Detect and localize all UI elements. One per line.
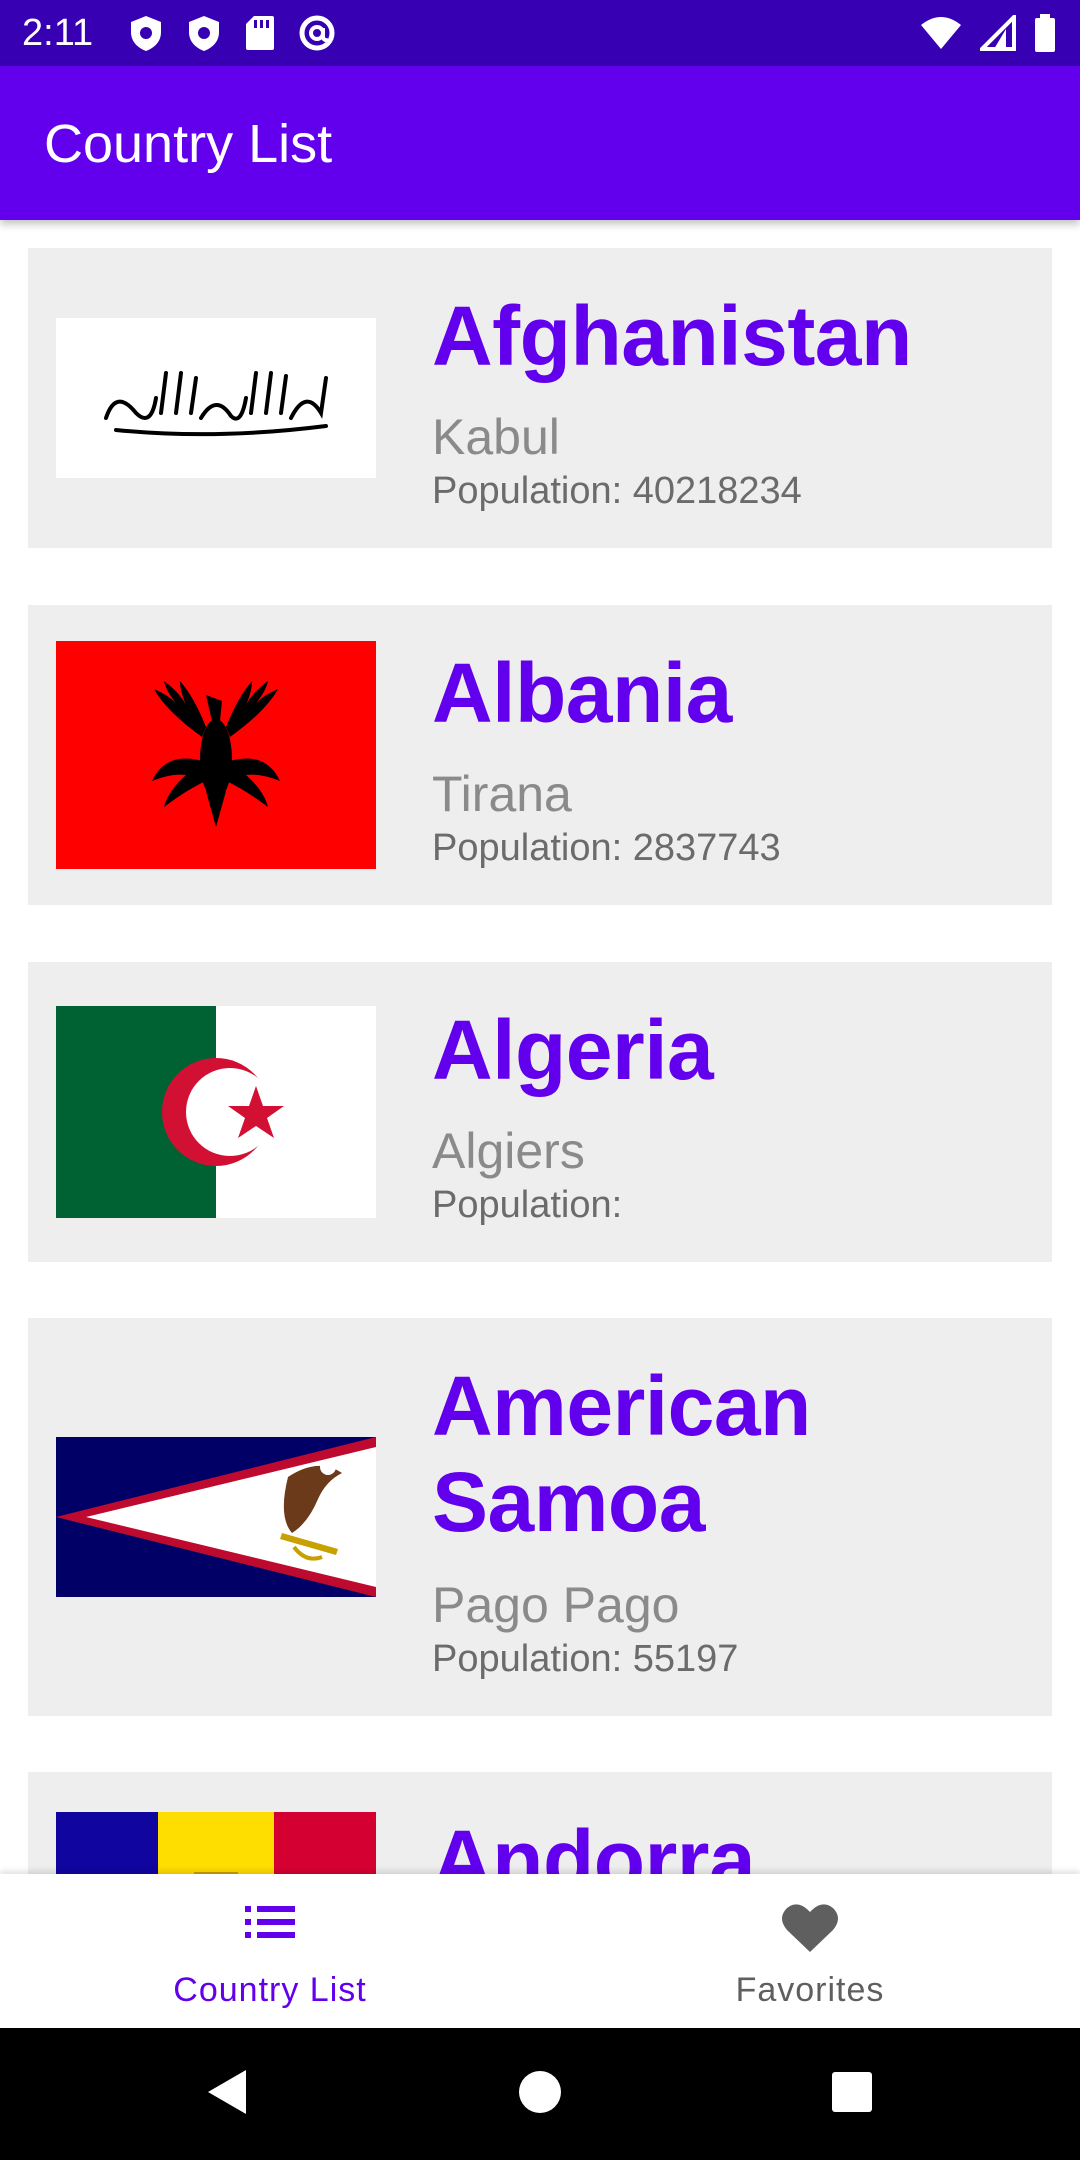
country-capital: Pago Pago <box>432 1577 680 1633</box>
american-samoa-flag <box>56 1437 376 1597</box>
country-name: Albania <box>432 646 732 740</box>
albania-flag <box>56 641 376 869</box>
country-card-american-samoa[interactable]: American Samoa Pago Pago Population: 551… <box>28 1318 1052 1716</box>
population-value: 55197 <box>632 1638 739 1680</box>
shield-icon <box>128 14 164 52</box>
recents-icon[interactable] <box>830 2066 874 2123</box>
app-bar: Country List <box>0 66 1080 220</box>
signal-icon <box>980 15 1016 51</box>
andorra-flag <box>56 1812 376 1874</box>
heart-icon <box>781 1902 839 1959</box>
list-icon <box>243 1902 297 1947</box>
sd-card-icon <box>244 14 276 52</box>
population-value: 2837743 <box>632 827 781 869</box>
nav-item-country-list[interactable]: Country List <box>0 1874 540 2028</box>
country-population: Population: 55197 <box>432 1636 738 1682</box>
country-name: American Samoa <box>432 1359 811 1549</box>
at-sign-icon <box>298 14 336 52</box>
population-label: Population: <box>432 827 623 869</box>
country-capital: Tirana <box>432 766 572 822</box>
system-status-icons <box>920 14 1056 52</box>
population-label: Population: <box>432 470 623 512</box>
country-list[interactable]: Afghanistan Kabul Population: 40218234 A… <box>0 220 1080 1874</box>
country-card-andorra[interactable]: Andorra <box>28 1772 1052 1874</box>
wifi-icon <box>920 15 962 51</box>
country-name: Algeria <box>432 1003 714 1097</box>
country-card-algeria[interactable]: Algeria Algiers Population: <box>28 962 1052 1262</box>
status-bar: 2:11 <box>0 0 1080 66</box>
system-navigation-bar <box>0 2028 1080 2160</box>
population-label: Population: <box>432 1638 623 1680</box>
algeria-flag <box>56 1006 376 1218</box>
nav-item-favorites[interactable]: Favorites <box>540 1874 1080 2028</box>
battery-icon <box>1034 14 1056 52</box>
nav-label: Favorites <box>735 1971 885 2009</box>
notification-icons <box>128 14 336 52</box>
country-name: Andorra <box>432 1813 756 1874</box>
country-population: Population: 2837743 <box>432 825 781 871</box>
status-time: 2:11 <box>22 12 94 54</box>
nav-label: Country List <box>173 1971 367 2009</box>
country-card-albania[interactable]: Albania Tirana Population: 2837743 <box>28 605 1052 905</box>
home-icon[interactable] <box>518 2066 562 2123</box>
country-capital: Algiers <box>432 1123 585 1179</box>
app-screen: 2:11 Country List Afghanistan Kabul Popu… <box>0 0 1080 2160</box>
population-label: Population: <box>432 1184 623 1226</box>
bottom-navigation: Country List Favorites <box>0 1874 1080 2028</box>
back-icon[interactable] <box>204 2066 250 2123</box>
page-title: Country List <box>44 114 333 174</box>
country-name: Afghanistan <box>432 289 912 383</box>
population-value: 40218234 <box>632 470 802 512</box>
country-capital: Kabul <box>432 409 560 465</box>
country-card-afghanistan[interactable]: Afghanistan Kabul Population: 40218234 <box>28 248 1052 548</box>
afghanistan-flag <box>56 318 376 478</box>
shield-icon <box>186 14 222 52</box>
country-population: Population: <box>432 1182 622 1228</box>
country-population: Population: 40218234 <box>432 468 802 514</box>
